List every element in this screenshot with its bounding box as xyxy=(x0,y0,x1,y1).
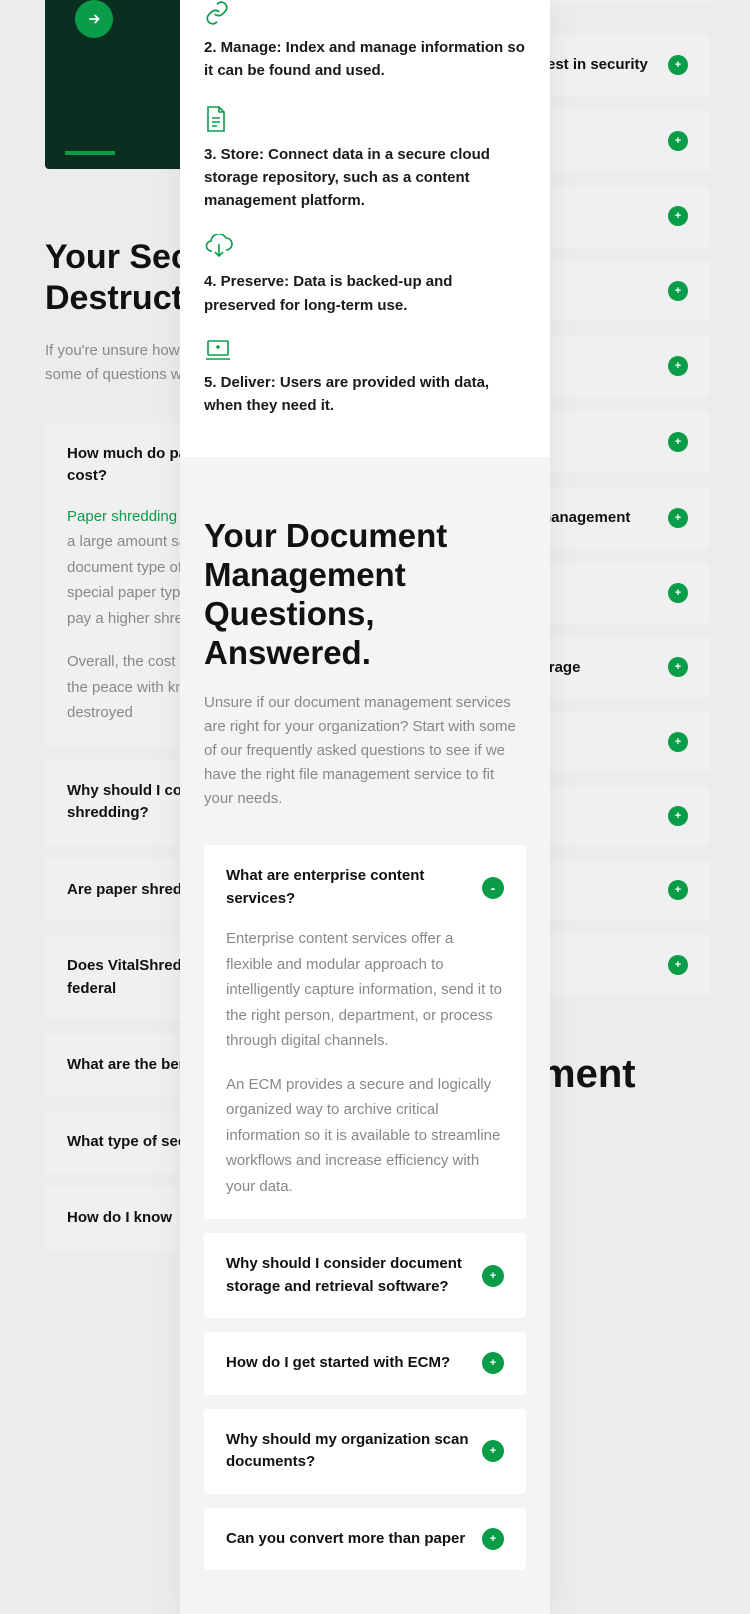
plus-icon[interactable]: + xyxy=(668,206,688,226)
plus-icon[interactable]: + xyxy=(668,583,688,603)
plus-icon[interactable]: + xyxy=(668,806,688,826)
plus-icon[interactable]: + xyxy=(668,55,688,75)
plus-icon[interactable]: + xyxy=(668,356,688,376)
popup-faq-section: Your Document Management Questions, Answ… xyxy=(180,457,550,1614)
plus-icon[interactable]: + xyxy=(668,732,688,752)
expand-icon[interactable]: + xyxy=(482,1528,504,1550)
faq-question: How do I get started with ECM? xyxy=(226,1352,450,1375)
feature-text: 2. Manage: Index and manage information … xyxy=(204,36,526,83)
collapse-icon[interactable]: - xyxy=(482,877,504,899)
plus-icon[interactable]: + xyxy=(668,432,688,452)
plus-icon[interactable]: + xyxy=(668,508,688,528)
faq-answer: Enterprise content services offer a flex… xyxy=(226,926,504,1199)
plus-icon[interactable]: + xyxy=(668,657,688,677)
faq-question: Why should my organization scan document… xyxy=(226,1429,470,1474)
arrow-right-icon xyxy=(86,11,102,27)
expand-icon[interactable]: + xyxy=(482,1352,504,1374)
feature-text: 3. Store: Connect data in a secure cloud… xyxy=(204,143,526,213)
feature-item: 2. Manage: Index and manage information … xyxy=(204,0,526,83)
feature-item: 3. Store: Connect data in a secure cloud… xyxy=(204,105,526,213)
progress-indicator xyxy=(65,151,115,155)
faq-item[interactable]: Why should my organization scan document… xyxy=(204,1409,526,1494)
popup-features: 2. Manage: Index and manage information … xyxy=(180,0,550,457)
file-icon xyxy=(204,105,526,133)
plus-icon[interactable]: + xyxy=(668,281,688,301)
faq-item[interactable]: What are enterprise content services? - … xyxy=(204,845,526,1219)
plus-icon[interactable]: + xyxy=(668,880,688,900)
popup-accordion: What are enterprise content services? - … xyxy=(204,845,526,1570)
cloud-download-icon xyxy=(204,234,526,260)
shredding-link[interactable]: Paper shredding xyxy=(67,508,177,525)
faq-item[interactable]: Can you convert more than paper + xyxy=(204,1508,526,1571)
expand-icon[interactable]: + xyxy=(482,1440,504,1462)
popup-title: Your Document Management Questions, Answ… xyxy=(204,517,526,673)
faq-question: What are enterprise content services? xyxy=(226,865,470,910)
faq-item[interactable]: Why should I consider document storage a… xyxy=(204,1233,526,1318)
feature-text: 4. Preserve: Data is backed-up and prese… xyxy=(204,270,526,317)
feature-item: 5. Deliver: Users are provided with data… xyxy=(204,339,526,418)
plus-icon[interactable]: + xyxy=(668,955,688,975)
link-icon xyxy=(204,0,526,26)
arrow-button[interactable] xyxy=(75,0,113,38)
faq-question: Can you convert more than paper xyxy=(226,1528,465,1551)
expand-icon[interactable]: + xyxy=(482,1265,504,1287)
popup-intro: Unsure if our document management servic… xyxy=(204,691,526,811)
center-popup: 2. Manage: Index and manage information … xyxy=(180,0,550,1614)
feature-text: 5. Deliver: Users are provided with data… xyxy=(204,371,526,418)
plus-icon[interactable]: + xyxy=(668,131,688,151)
laptop-icon xyxy=(204,339,526,361)
feature-item: 4. Preserve: Data is backed-up and prese… xyxy=(204,234,526,317)
faq-item[interactable]: How do I get started with ECM? + xyxy=(204,1332,526,1395)
faq-question: Why should I consider document storage a… xyxy=(226,1253,470,1298)
